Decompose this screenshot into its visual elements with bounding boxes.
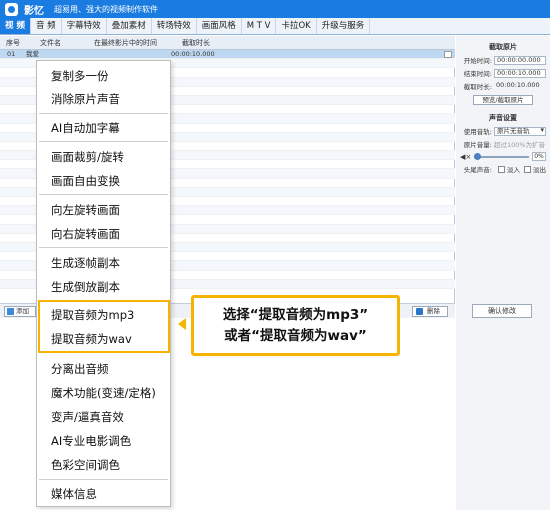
menu-item-color-space-grading[interactable]: 色彩空间调色 xyxy=(51,457,120,473)
fade-out-checkbox[interactable] xyxy=(524,165,531,173)
col-index: 序号 xyxy=(6,39,20,47)
delete-button-label: 删除 xyxy=(427,307,440,315)
confirm-changes-button[interactable]: 确认修改 xyxy=(472,304,532,318)
preview-clip-button[interactable]: 预览/截取原片 xyxy=(473,95,533,105)
fade-in-checkbox[interactable] xyxy=(498,165,505,173)
menu-item-frame-by-frame-copy[interactable]: 生成逐帧副本 xyxy=(51,255,120,271)
menu-item-ai-subtitles[interactable]: AI自动加字幕 xyxy=(51,120,120,136)
delete-button[interactable]: 删除 xyxy=(412,306,448,317)
menu-separator xyxy=(39,479,168,480)
fade-label: 头尾声音: xyxy=(463,166,492,174)
menu-item-rotate-right[interactable]: 向右旋转画面 xyxy=(51,226,120,242)
row-time: 00:00:10.000 xyxy=(171,50,215,58)
app-logo-icon xyxy=(5,2,18,16)
annotation-pointer-icon xyxy=(178,318,186,330)
add-icon xyxy=(7,308,14,315)
start-time-label: 开始时间: xyxy=(463,57,492,65)
menu-separator xyxy=(39,113,168,114)
menu-item-extract-mp3[interactable]: 提取音频为mp3 xyxy=(51,307,134,323)
callout-line-2: 或者“提取音频为wav” xyxy=(224,327,367,344)
clip-section-title: 截取原片 xyxy=(489,43,517,51)
end-time-input[interactable]: 00:00:10.000 xyxy=(494,68,546,78)
tab-picture-style[interactable]: 画面风格 xyxy=(197,18,242,34)
duration-label: 截取时长: xyxy=(463,83,492,91)
instruction-callout: 选择“提取音频为mp3” 或者“提取音频为wav” xyxy=(191,295,400,356)
audio-track-row: 使用音轨: 原片无音轨 xyxy=(460,126,546,136)
context-menu: 复制多一份 消除原片声音 AI自动加字幕 画面裁剪/旋转 画面自由变换 向左旋转… xyxy=(36,60,171,507)
trash-icon xyxy=(416,308,423,315)
clip-settings-panel: 截取原片 开始时间: 00:00:00.000 结束时间: 00:00:10.0… xyxy=(456,36,550,510)
menu-item-remove-original-audio[interactable]: 消除原片声音 xyxy=(51,91,120,107)
tab-audio[interactable]: 音 频 xyxy=(31,18,62,34)
tab-transition-effects[interactable]: 转场特效 xyxy=(152,18,197,34)
app-name: 影忆 xyxy=(24,5,44,17)
menu-separator xyxy=(39,247,168,248)
menu-item-duplicate[interactable]: 复制多一份 xyxy=(51,68,109,84)
volume-slider[interactable] xyxy=(474,152,529,160)
speaker-icon: ◀× xyxy=(460,152,472,161)
audio-track-label: 使用音轨: xyxy=(463,128,492,136)
menu-item-extract-wav[interactable]: 提取音频为wav xyxy=(51,331,132,347)
table-row[interactable]: 01 我爱 00:00:10.000 xyxy=(0,50,455,60)
main-tab-bar: 视 频 音 频 字幕特效 叠加素材 转场特效 画面风格 M T V 卡拉OK 升… xyxy=(0,18,550,35)
tab-overlay-material[interactable]: 叠加素材 xyxy=(107,18,152,34)
menu-item-media-info[interactable]: 媒体信息 xyxy=(51,486,97,502)
end-time-row: 结束时间: 00:00:10.000 xyxy=(460,68,546,78)
duration-value: 00:00:10.000 xyxy=(496,80,540,89)
volume-note: 超过100%为扩音 xyxy=(494,141,546,149)
volume-slider-row: ◀× 0% xyxy=(460,152,546,161)
menu-separator xyxy=(39,141,168,142)
col-filename: 文件名 xyxy=(40,39,61,47)
menu-item-free-transform[interactable]: 画面自由变换 xyxy=(51,173,120,189)
menu-item-separate-audio[interactable]: 分离出音频 xyxy=(51,361,109,377)
menu-item-ai-color-grading[interactable]: AI专业电影调色 xyxy=(51,433,131,449)
menu-item-rotate-left[interactable]: 向左旋转画面 xyxy=(51,202,120,218)
start-time-input[interactable]: 00:00:00.000 xyxy=(494,55,546,65)
volume-row: 原片音量: 超过100%为扩音 xyxy=(460,139,546,149)
menu-item-magic-speed-freeze[interactable]: 魔术功能(变速/定格) xyxy=(51,385,156,401)
tab-upgrade-service[interactable]: 升级与服务 xyxy=(317,18,371,34)
col-final-time: 在最终影片中的时间 xyxy=(94,39,157,47)
fade-in-label: 淡入 xyxy=(507,166,520,174)
sound-section-title: 声音设置 xyxy=(489,114,517,122)
app-subtitle: 超易用、强大的视频制作软件 xyxy=(54,4,158,14)
menu-item-voice-change[interactable]: 变声/逼真音效 xyxy=(51,409,124,425)
volume-percent-input[interactable]: 0% xyxy=(532,152,546,161)
fade-row: 头尾声音: 淡入 淡出 xyxy=(460,164,546,174)
table-header: 序号 文件名 在最终影片中的时间 截取时长 xyxy=(0,36,455,50)
tab-subtitle-effects[interactable]: 字幕特效 xyxy=(62,18,107,34)
row-options-button[interactable] xyxy=(444,51,452,58)
menu-item-reverse-copy[interactable]: 生成倒放副本 xyxy=(51,279,120,295)
fade-out-label: 淡出 xyxy=(533,166,546,174)
end-time-label: 结束时间: xyxy=(463,70,492,78)
tab-karaoke[interactable]: 卡拉OK xyxy=(276,18,317,34)
add-button[interactable]: 添加 xyxy=(4,306,36,317)
callout-line-1: 选择“提取音频为mp3” xyxy=(222,306,369,323)
start-time-row: 开始时间: 00:00:00.000 xyxy=(460,55,546,65)
audio-track-select[interactable]: 原片无音轨 xyxy=(494,126,546,136)
row-filename: 我爱 xyxy=(26,50,39,58)
row-index: 01 xyxy=(7,50,16,58)
menu-separator xyxy=(39,194,168,195)
add-button-label: 添加 xyxy=(16,307,29,315)
volume-label: 原片音量: xyxy=(463,141,492,149)
col-clip-duration: 截取时长 xyxy=(182,39,210,47)
tab-video[interactable]: 视 频 xyxy=(0,18,31,34)
tab-mtv[interactable]: M T V xyxy=(242,18,277,34)
title-bar: 影忆 超易用、强大的视频制作软件 xyxy=(0,0,550,18)
duration-row: 截取时长: 00:00:10.000 xyxy=(460,81,546,91)
menu-item-crop-rotate[interactable]: 画面裁剪/旋转 xyxy=(51,149,124,165)
